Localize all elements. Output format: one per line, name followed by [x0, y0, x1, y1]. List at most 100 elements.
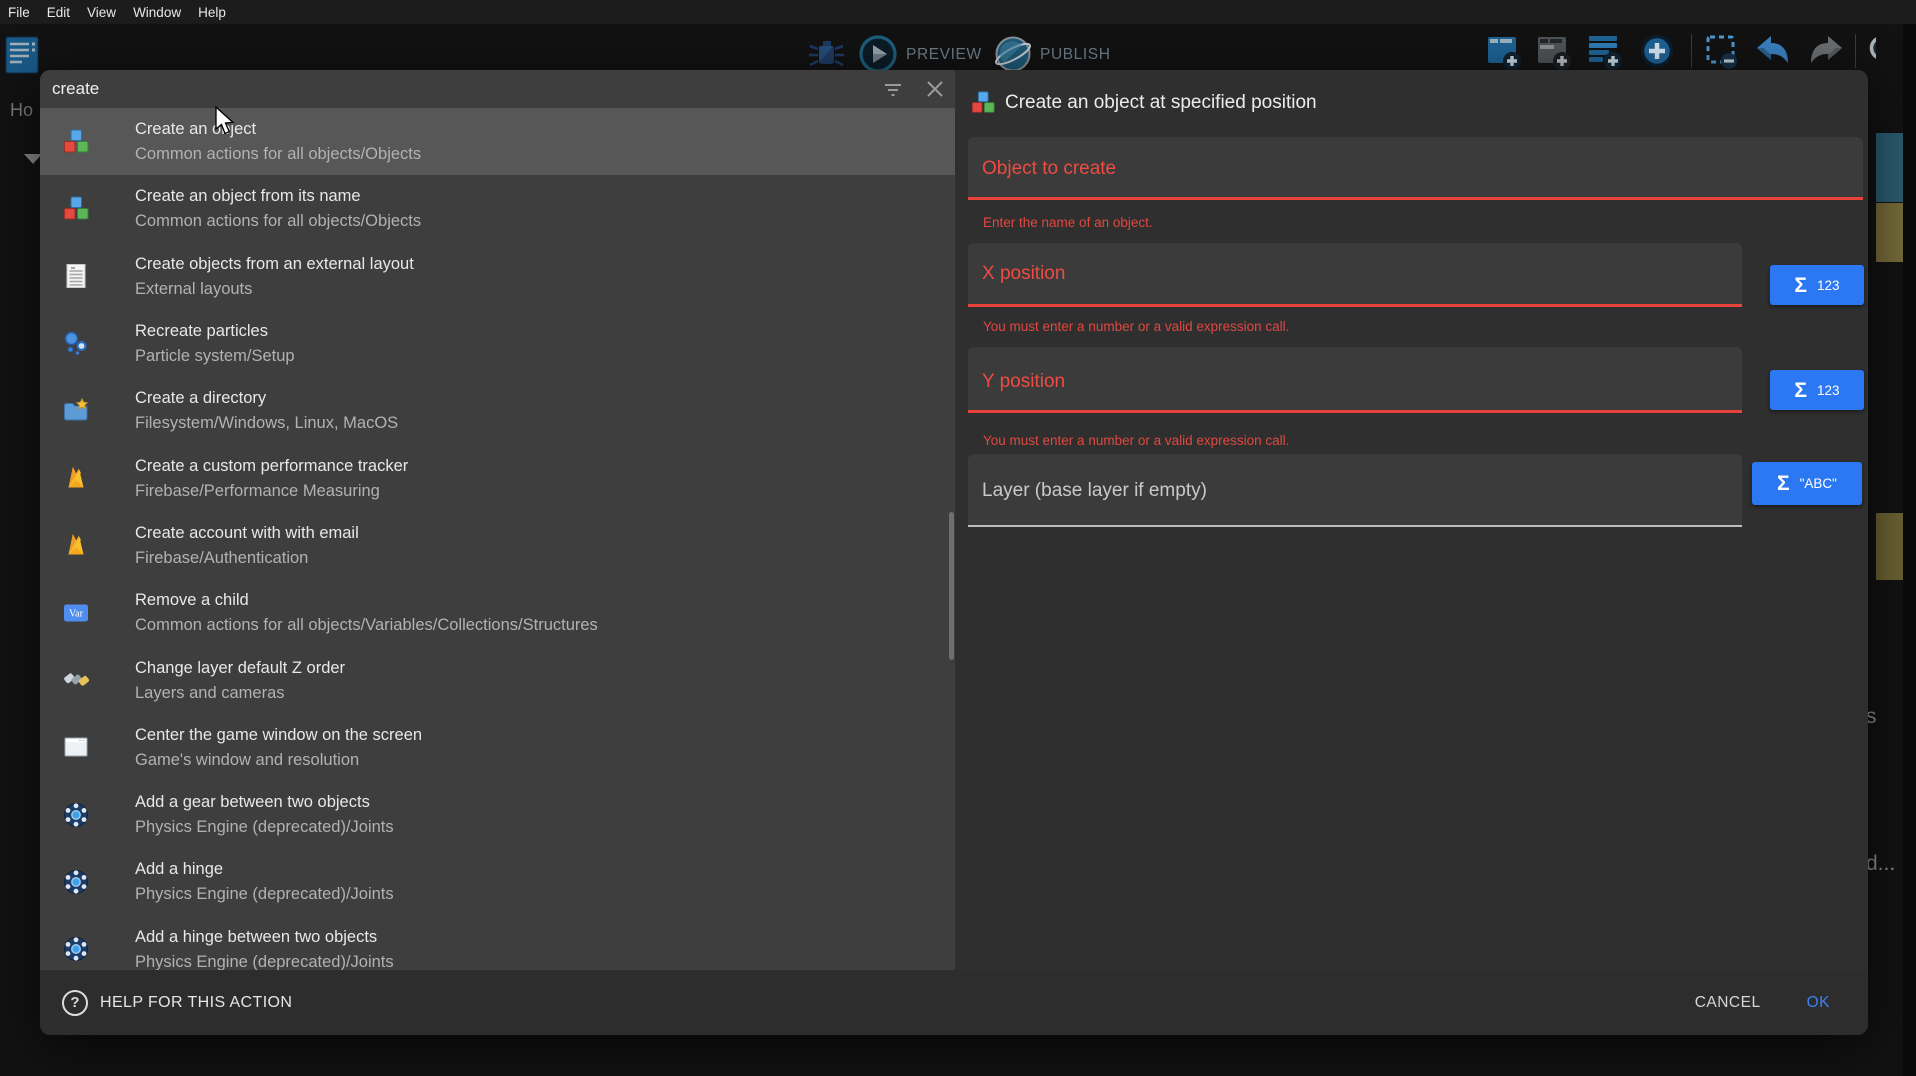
folder-icon	[62, 397, 90, 425]
object-to-create-input[interactable]: Object to create	[968, 137, 1863, 200]
action-result-row[interactable]: Center the game window on the screen Game…	[40, 714, 955, 781]
action-result-row[interactable]: Var Remove a child Common actions for all …	[40, 579, 955, 646]
redo-icon[interactable]	[1804, 32, 1848, 72]
action-subtitle: Common actions for all objects/Variables…	[135, 614, 598, 636]
action-title: Change layer default Z order	[135, 657, 345, 679]
menu-file[interactable]: File	[8, 5, 30, 20]
home-tab-fragment: Ho	[10, 100, 33, 121]
action-title: Recreate particles	[135, 320, 295, 342]
physics-icon	[62, 801, 90, 829]
action-result-row[interactable]: Change layer default Z order Layers and c…	[40, 646, 955, 713]
debug-icon[interactable]	[806, 38, 846, 72]
y-position-expression-button[interactable]: Σ 123	[1770, 370, 1864, 410]
menu-help[interactable]: Help	[198, 5, 226, 20]
action-result-row[interactable]: Create an object from its name Common act…	[40, 175, 955, 242]
ok-button[interactable]: OK	[1807, 994, 1830, 1012]
x-position-expression-button[interactable]: Σ 123	[1770, 265, 1864, 305]
add-external-events-icon[interactable]	[1586, 32, 1626, 74]
close-icon[interactable]	[925, 79, 945, 99]
action-result-row[interactable]: Add a hinge between two objectsPhysics E…	[40, 916, 955, 970]
action-subtitle: Common actions for all objects/Objects	[135, 143, 421, 165]
layer-input[interactable]: Layer (base layer if empty)	[968, 454, 1742, 527]
action-detail-panel: Create an object at specified position O…	[955, 70, 1868, 970]
add-scene-icon[interactable]	[1485, 32, 1525, 74]
cancel-button[interactable]: CANCEL	[1695, 994, 1761, 1012]
action-result-row[interactable]: Create an objectCommon actions for all o…	[40, 108, 955, 175]
object-to-create-label: Object to create	[982, 158, 1116, 180]
action-title: Remove a child	[135, 589, 598, 611]
project-manager-icon[interactable]	[5, 36, 39, 74]
preview-button[interactable]: PREVIEW	[906, 46, 982, 64]
help-label: HELP FOR THIS ACTION	[100, 994, 292, 1012]
action-subtitle: Common actions for all objects/Objects	[135, 210, 421, 232]
window-icon	[62, 733, 90, 761]
physics-icon	[62, 935, 90, 963]
expression-type-label: 123	[1817, 278, 1840, 293]
action-detail-title: Create an object at specified position	[1005, 92, 1317, 114]
screen-right-edge	[1903, 24, 1916, 1076]
action-subtitle: Physics Engine (deprecated)/Joints	[135, 883, 394, 905]
action-subtitle: Firebase/Authentication	[135, 547, 359, 569]
background-panel-strip	[1876, 24, 1903, 1076]
add-extension-icon[interactable]	[1636, 32, 1678, 74]
action-subtitle: Filesystem/Windows, Linux, MacOS	[135, 412, 398, 434]
action-search-panel: create Create an objectCommon actions fo…	[40, 70, 955, 970]
action-result-row[interactable]: Add a gear between two objects Physics En…	[40, 781, 955, 848]
action-title: Add a hinge	[135, 858, 394, 880]
menu-window[interactable]: Window	[133, 5, 181, 20]
action-result-row[interactable]: Recreate particlesParticle system/Setup	[40, 310, 955, 377]
action-subtitle: Firebase/Performance Measuring	[135, 480, 408, 502]
undo-icon[interactable]	[1751, 32, 1795, 72]
firebase-icon	[62, 464, 90, 492]
action-title: Create an object from its name	[135, 185, 421, 207]
action-result-row[interactable]: Create objects from an external layout Ex…	[40, 243, 955, 310]
action-subtitle: External layouts	[135, 278, 414, 300]
menu-edit[interactable]: Edit	[47, 5, 70, 20]
y-position-input[interactable]: Y position	[968, 347, 1742, 413]
objects-icon	[62, 128, 90, 156]
add-external-layout-icon[interactable]	[1535, 32, 1575, 74]
dialog-footer: ? HELP FOR THIS ACTION CANCEL OK	[40, 970, 1868, 1035]
layers-icon	[62, 666, 90, 694]
help-for-this-action-button[interactable]: ? HELP FOR THIS ACTION	[62, 990, 292, 1016]
menu-view[interactable]: View	[87, 5, 116, 20]
strip-gold-block	[1876, 203, 1903, 262]
background-text-fragment: d...	[1866, 852, 1895, 876]
action-result-row[interactable]: Create a custom performance tracker Fireb…	[40, 444, 955, 511]
action-title: Create a custom performance tracker	[135, 455, 408, 477]
objects-icon	[970, 90, 996, 116]
strip-teal-block	[1876, 133, 1903, 202]
publish-globe-icon[interactable]	[992, 34, 1034, 74]
action-subtitle: Game's window and resolution	[135, 749, 422, 771]
sigma-icon: Σ	[1794, 380, 1807, 401]
svg-text:Var: Var	[69, 608, 84, 619]
layout-icon	[62, 262, 90, 290]
action-title: Create objects from an external layout	[135, 253, 414, 275]
action-title: Add a gear between two objects	[135, 791, 394, 813]
action-title: Add a hinge between two objects	[135, 926, 394, 948]
x-position-input[interactable]: X position	[968, 243, 1742, 307]
expression-type-label: 123	[1817, 383, 1840, 398]
sigma-icon: Σ	[1777, 473, 1790, 494]
list-scrollbar[interactable]	[949, 512, 954, 660]
remove-selection-icon[interactable]	[1701, 32, 1743, 74]
layer-expression-button[interactable]: Σ "ABC"	[1752, 462, 1862, 505]
search-input[interactable]: create	[40, 79, 99, 99]
filter-icon[interactable]	[883, 79, 903, 99]
menu-bar: File Edit View Window Help	[0, 0, 1916, 24]
action-subtitle: Physics Engine (deprecated)/Joints	[135, 816, 394, 838]
layer-label: Layer (base layer if empty)	[982, 480, 1207, 502]
mouse-cursor	[214, 106, 236, 136]
screen: File Edit View Window Help	[0, 0, 1916, 1076]
x-position-error: You must enter a number or a valid expre…	[983, 319, 1289, 334]
toolbar-separator	[1691, 34, 1692, 68]
action-result-row[interactable]: Create account with with emailFirebase/A…	[40, 512, 955, 579]
play-icon[interactable]	[858, 34, 898, 74]
action-title: Center the game window on the screen	[135, 724, 422, 746]
action-result-row[interactable]: Add a hinge Physics Engine (deprecated)/J…	[40, 848, 955, 915]
publish-button[interactable]: PUBLISH	[1040, 46, 1111, 64]
action-subtitle: Layers and cameras	[135, 682, 345, 704]
physics-icon	[62, 868, 90, 896]
action-result-row[interactable]: Create a directoryFilesystem/Windows, Li…	[40, 377, 955, 444]
strip-gold-block	[1876, 513, 1903, 580]
